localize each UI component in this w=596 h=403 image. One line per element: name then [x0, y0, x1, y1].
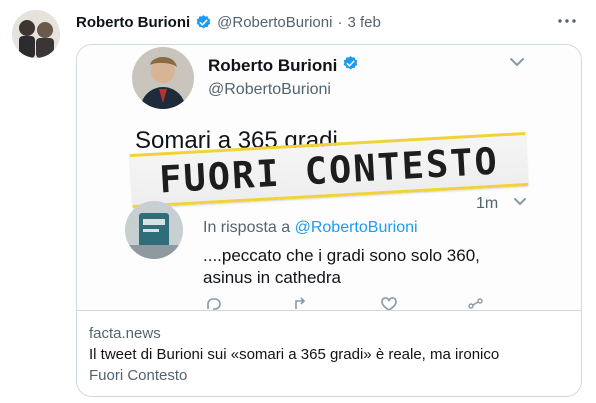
embedded-reply-icon: [207, 298, 221, 310]
embedded-action-bar: [205, 297, 485, 310]
link-card[interactable]: Roberto Burioni @RobertoBurioni Somari a…: [76, 44, 582, 397]
embedded-author-handle: @RobertoBurioni: [208, 81, 331, 98]
embedded-reply-avatar: [125, 201, 183, 259]
verified-badge-icon: [195, 14, 212, 31]
more-icon[interactable]: [556, 10, 578, 32]
card-domain: facta.news: [89, 325, 161, 342]
separator-dot: ·: [337, 13, 343, 31]
author-avatar[interactable]: [12, 10, 60, 58]
embedded-like-icon: [380, 297, 397, 310]
embedded-reply-time: 1m: [476, 195, 499, 212]
author-handle[interactable]: @RobertoBurioni: [217, 14, 332, 31]
tweet-header: Roberto Burioni @RobertoBurioni · 3 feb: [76, 12, 381, 32]
embedded-author-name: Roberto Burioni: [208, 55, 359, 77]
tweet-date[interactable]: 3 feb: [347, 14, 380, 31]
card-meta[interactable]: facta.news Il tweet di Burioni sui «soma…: [77, 312, 581, 396]
card-title: Il tweet di Burioni sui «somari a 365 gr…: [89, 346, 500, 363]
embedded-chevron-down-icon: [510, 58, 524, 67]
reply-text-line-1: ....peccato che i gradi sono solo 360,: [203, 246, 480, 265]
reply-prefix: In risposta a: [203, 219, 295, 236]
card-description: Fuori Contesto: [89, 367, 188, 384]
author-avatar-image: [12, 10, 60, 58]
embedded-verified-badge-icon: [342, 55, 359, 77]
card-image[interactable]: Roberto Burioni @RobertoBurioni Somari a…: [77, 45, 581, 311]
embedded-share-icon: [468, 298, 483, 309]
embedded-author-avatar: [132, 47, 194, 109]
embedded-retweet-icon: [295, 297, 306, 309]
embedded-reply-text: ....peccato che i gradi sono solo 360, a…: [203, 245, 480, 289]
embedded-reply-label: In risposta a @RobertoBurioni: [203, 219, 418, 237]
embedded-author-name-text: Roberto Burioni: [208, 56, 338, 75]
reply-text-line-2: asinus in cathedra: [203, 268, 341, 287]
embedded-reply-chevron-icon: [514, 198, 526, 206]
author-name[interactable]: Roberto Burioni: [76, 14, 190, 31]
reply-to-handle: @RobertoBurioni: [294, 219, 418, 236]
